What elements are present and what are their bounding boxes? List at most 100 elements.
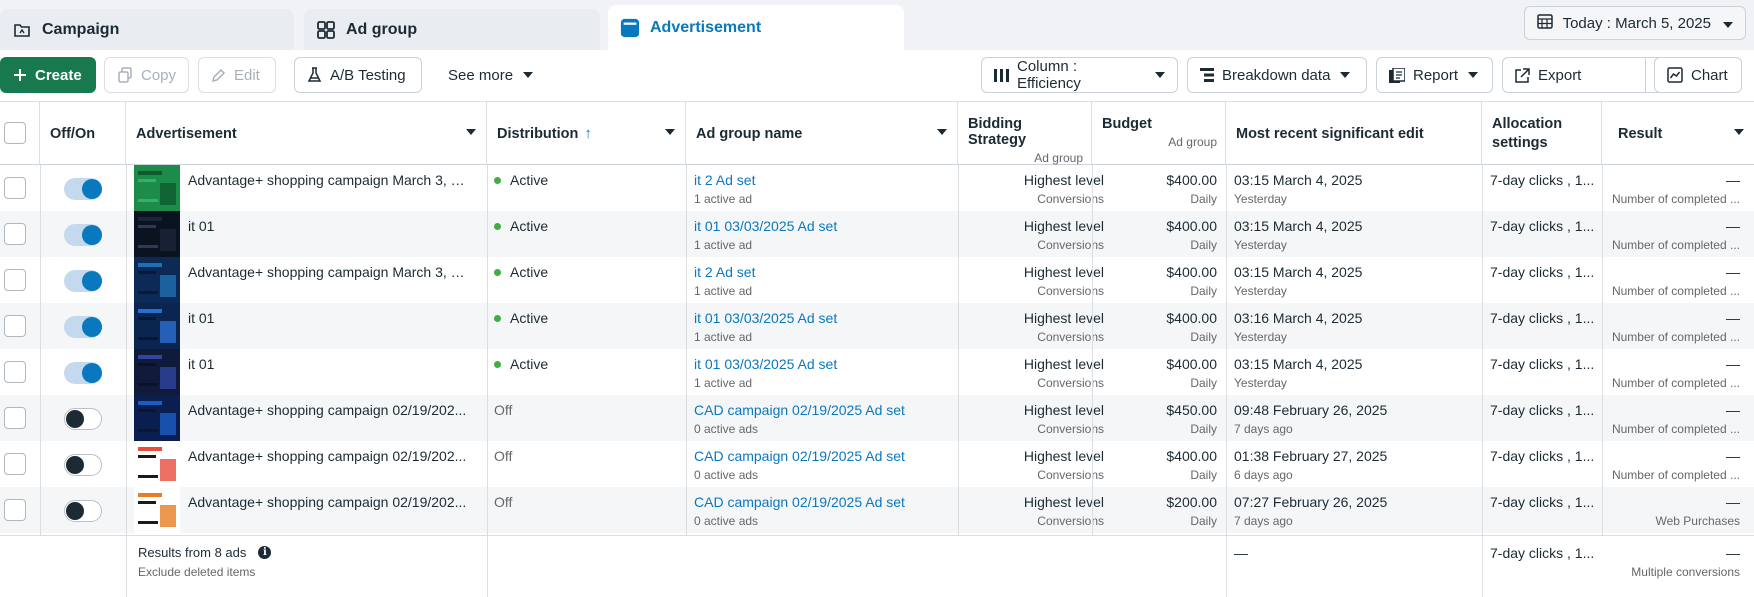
edit-button[interactable]: Edit: [198, 57, 276, 93]
divider: [958, 165, 959, 535]
ad-thumbnail[interactable]: [134, 257, 180, 303]
ad-toggle[interactable]: [64, 178, 102, 200]
ad-group-active-count: 1 active ad: [694, 192, 753, 206]
ad-name[interactable]: it 01: [188, 310, 468, 326]
chevron-down-icon[interactable]: [665, 129, 675, 135]
header-bidding-strategy[interactable]: Bidding Strategy Ad group: [958, 102, 1092, 165]
ab-testing-button[interactable]: A/B Testing: [294, 57, 422, 93]
export-button[interactable]: Export: [1502, 57, 1646, 93]
ad-group-link[interactable]: it 01 03/03/2025 Ad set: [694, 310, 837, 326]
ad-name[interactable]: Advantage+ shopping campaign 02/19/202..…: [188, 494, 468, 510]
allocation-setting: 7-day clicks , 1...: [1490, 264, 1595, 280]
ad-group-link[interactable]: it 01 03/03/2025 Ad set: [694, 356, 837, 372]
see-more-button[interactable]: See more: [436, 57, 546, 93]
delivery-status-label: Off: [494, 448, 513, 464]
row-checkbox[interactable]: [4, 177, 26, 199]
ad-toggle[interactable]: [64, 408, 102, 430]
ad-group-link[interactable]: it 2 Ad set: [694, 172, 755, 188]
ad-name[interactable]: Advantage+ shopping campaign March 3, 2.…: [188, 172, 468, 188]
ad-name[interactable]: it 01: [188, 218, 468, 234]
ad-toggle[interactable]: [64, 316, 102, 338]
row-checkbox[interactable]: [4, 223, 26, 245]
row-checkbox[interactable]: [4, 453, 26, 475]
chart-button[interactable]: Chart: [1654, 57, 1742, 93]
recent-edit-time: 03:15 March 4, 2025: [1234, 218, 1363, 234]
table-row[interactable]: it 01 Active it 01 03/03/2025 Ad set 1 a…: [0, 303, 1754, 349]
header-off-on[interactable]: Off/On: [40, 102, 126, 165]
table-row[interactable]: it 01 Active it 01 03/03/2025 Ad set 1 a…: [0, 211, 1754, 257]
table-row[interactable]: Advantage+ shopping campaign March 3, 2.…: [0, 257, 1754, 303]
chevron-down-icon[interactable]: [1734, 129, 1744, 135]
tab-advertisement[interactable]: Advertisement: [608, 5, 904, 50]
ad-thumbnail[interactable]: [134, 349, 180, 395]
ad-thumbnail[interactable]: [134, 211, 180, 257]
tab-campaign[interactable]: Campaign: [0, 9, 294, 50]
delivery-status-label: Active: [510, 172, 549, 188]
report-icon: [1389, 67, 1405, 83]
delivery-status: Active: [494, 356, 548, 372]
budget-type: Daily: [1190, 330, 1217, 344]
ad-group-link[interactable]: CAD campaign 02/19/2025 Ad set: [694, 494, 905, 510]
ad-thumbnail[interactable]: [134, 487, 180, 533]
divider: [1226, 165, 1227, 597]
calendar-icon: [1536, 13, 1553, 33]
ad-thumbnail[interactable]: [134, 395, 180, 441]
chevron-down-icon[interactable]: [466, 129, 476, 135]
bidding-sub: Conversions: [1037, 468, 1104, 482]
create-button[interactable]: Create: [0, 57, 96, 93]
ad-group-link[interactable]: CAD campaign 02/19/2025 Ad set: [694, 448, 905, 464]
recent-edit-relative: Yesterday: [1234, 192, 1287, 206]
ad-toggle[interactable]: [64, 224, 102, 246]
header-result[interactable]: Result: [1602, 102, 1754, 165]
date-range-picker[interactable]: Today : March 5, 2025: [1523, 6, 1746, 40]
sort-ascending-icon[interactable]: ↑: [584, 125, 592, 142]
divider: [1482, 165, 1483, 597]
row-checkbox[interactable]: [4, 361, 26, 383]
header-advertisement[interactable]: Advertisement: [126, 102, 487, 165]
row-checkbox[interactable]: [4, 407, 26, 429]
header-label: Off/On: [50, 125, 96, 142]
budget-type: Daily: [1190, 238, 1217, 252]
copy-button[interactable]: Copy: [104, 57, 189, 93]
breakdown-button[interactable]: Breakdown data: [1187, 57, 1367, 93]
ad-toggle[interactable]: [64, 362, 102, 384]
header-distribution[interactable]: Distribution ↑: [487, 102, 686, 165]
delivery-status-label: Active: [510, 264, 549, 280]
ad-group-link[interactable]: it 2 Ad set: [694, 264, 755, 280]
tab-ad-group[interactable]: Ad group: [304, 9, 600, 50]
ad-thumbnail[interactable]: [134, 303, 180, 349]
ad-group-link[interactable]: it 01 03/03/2025 Ad set: [694, 218, 837, 234]
ad-name[interactable]: Advantage+ shopping campaign 02/19/202..…: [188, 448, 468, 464]
chevron-down-icon[interactable]: [937, 129, 947, 135]
columns-button[interactable]: Column : Efficiency: [981, 57, 1178, 93]
row-checkbox[interactable]: [4, 315, 26, 337]
table-row[interactable]: Advantage+ shopping campaign 02/19/202..…: [0, 487, 1754, 533]
report-label: Report: [1413, 66, 1459, 84]
header-ad-group-name[interactable]: Ad group name: [686, 102, 958, 165]
report-button[interactable]: Report: [1376, 57, 1493, 93]
table-row[interactable]: Advantage+ shopping campaign March 3, 2.…: [0, 165, 1754, 211]
budget-value: $400.00: [1166, 356, 1217, 372]
ad-name[interactable]: Advantage+ shopping campaign 02/19/202..…: [188, 402, 468, 418]
ad-toggle[interactable]: [64, 454, 102, 476]
ad-thumbnail[interactable]: [134, 441, 180, 487]
table-row[interactable]: Advantage+ shopping campaign 02/19/202..…: [0, 395, 1754, 441]
toggle-knob: [66, 456, 84, 474]
ad-toggle[interactable]: [64, 270, 102, 292]
ad-toggle[interactable]: [64, 500, 102, 522]
chevron-down-icon: [1723, 15, 1733, 32]
info-icon[interactable]: i: [258, 546, 272, 559]
ad-group-link[interactable]: CAD campaign 02/19/2025 Ad set: [694, 402, 905, 418]
ad-name[interactable]: it 01: [188, 356, 468, 372]
table-row[interactable]: Advantage+ shopping campaign 02/19/202..…: [0, 441, 1754, 487]
header-allocation[interactable]: Allocation settings: [1482, 102, 1602, 165]
row-checkbox[interactable]: [4, 269, 26, 291]
chart-icon: [1667, 67, 1683, 83]
header-budget[interactable]: Budget Ad group: [1092, 102, 1226, 165]
ad-name[interactable]: Advantage+ shopping campaign March 3, 2.…: [188, 264, 468, 280]
table-row[interactable]: it 01 Active it 01 03/03/2025 Ad set 1 a…: [0, 349, 1754, 395]
select-all-checkbox[interactable]: [4, 122, 26, 144]
header-recent-edit[interactable]: Most recent significant edit: [1226, 102, 1482, 165]
row-checkbox[interactable]: [4, 499, 26, 521]
ad-thumbnail[interactable]: [134, 165, 180, 211]
